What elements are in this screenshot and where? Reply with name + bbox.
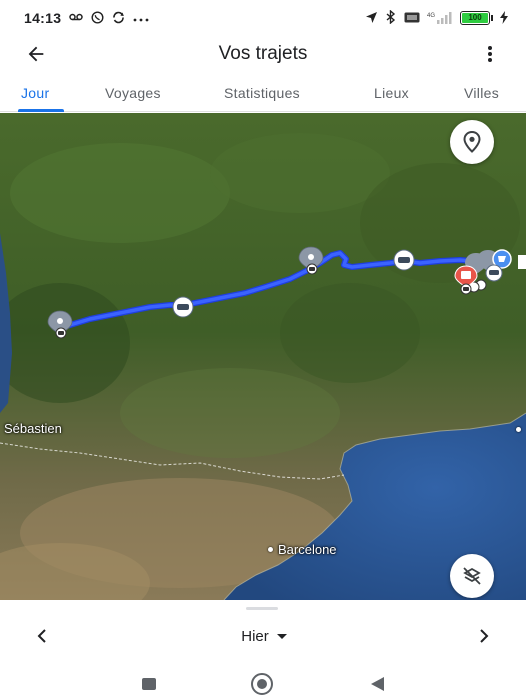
tab-bar: Jour Voyages Statistiques Lieux Villes — [0, 72, 526, 112]
square-icon — [142, 678, 156, 690]
date-dropdown[interactable]: Hier — [214, 622, 314, 650]
tab-statistiques[interactable]: Statistiques — [224, 72, 300, 112]
next-day-button[interactable] — [470, 622, 498, 650]
triangle-back-icon — [371, 677, 384, 691]
battery-icon: 100 — [460, 11, 493, 25]
place-icon — [463, 131, 481, 153]
more-vert-icon — [488, 46, 492, 62]
page-title: Vos trajets — [218, 43, 308, 64]
location-arrow-icon — [365, 11, 378, 26]
tab-voyages[interactable]: Voyages — [105, 72, 161, 112]
chevron-right-icon — [480, 629, 489, 643]
date-label: Hier — [241, 627, 269, 645]
bottom-sheet: Hier — [0, 600, 526, 668]
volte-icon — [404, 12, 420, 25]
layers-toggle-button[interactable] — [450, 554, 494, 598]
chevron-left-icon — [37, 629, 46, 643]
arrow-drop-down-icon — [276, 633, 287, 639]
car-marker-2[interactable] — [393, 249, 415, 271]
back-button[interactable] — [20, 38, 52, 70]
recent-apps-button[interactable] — [136, 672, 162, 696]
system-navigation-bar — [0, 668, 526, 700]
tab-lieux[interactable]: Lieux — [374, 72, 409, 112]
tab-villes[interactable]: Villes — [464, 72, 499, 112]
map-label-san-sebastian: Sébastien — [4, 421, 62, 436]
home-button[interactable] — [249, 672, 275, 696]
circle-icon — [251, 673, 273, 695]
battery-level: 100 — [462, 13, 488, 23]
voicemail-icon — [69, 12, 84, 24]
more-dots-icon — [133, 12, 149, 24]
previous-day-button[interactable] — [28, 622, 56, 650]
my-places-button[interactable] — [450, 120, 494, 164]
charging-icon — [500, 10, 508, 26]
map-view[interactable]: Sébastien Barcelone — [0, 113, 526, 600]
system-back-button[interactable] — [364, 672, 390, 696]
status-time: 14:13 — [24, 10, 62, 26]
arrow-back-icon — [28, 46, 44, 62]
satellite-map — [0, 113, 526, 600]
more-options-button[interactable] — [474, 38, 506, 70]
bluetooth-icon — [385, 9, 397, 26]
whatsapp-icon — [91, 10, 104, 26]
map-label-barcelona: Barcelone — [278, 542, 337, 557]
status-bar: 14:13 4G 100 — [0, 0, 526, 36]
drag-handle[interactable] — [246, 607, 278, 610]
signal-4g-icon: 4G — [427, 11, 453, 26]
city-dot — [516, 427, 521, 432]
signal-label: 4G — [427, 13, 435, 19]
city-dot-barcelona — [268, 547, 273, 552]
sync-icon — [112, 11, 125, 26]
tab-jour[interactable]: Jour — [21, 72, 49, 112]
tab-indicator — [18, 109, 64, 112]
app-bar: Vos trajets — [0, 36, 526, 72]
layers-off-icon — [463, 567, 481, 585]
car-marker-1[interactable] — [172, 296, 194, 318]
